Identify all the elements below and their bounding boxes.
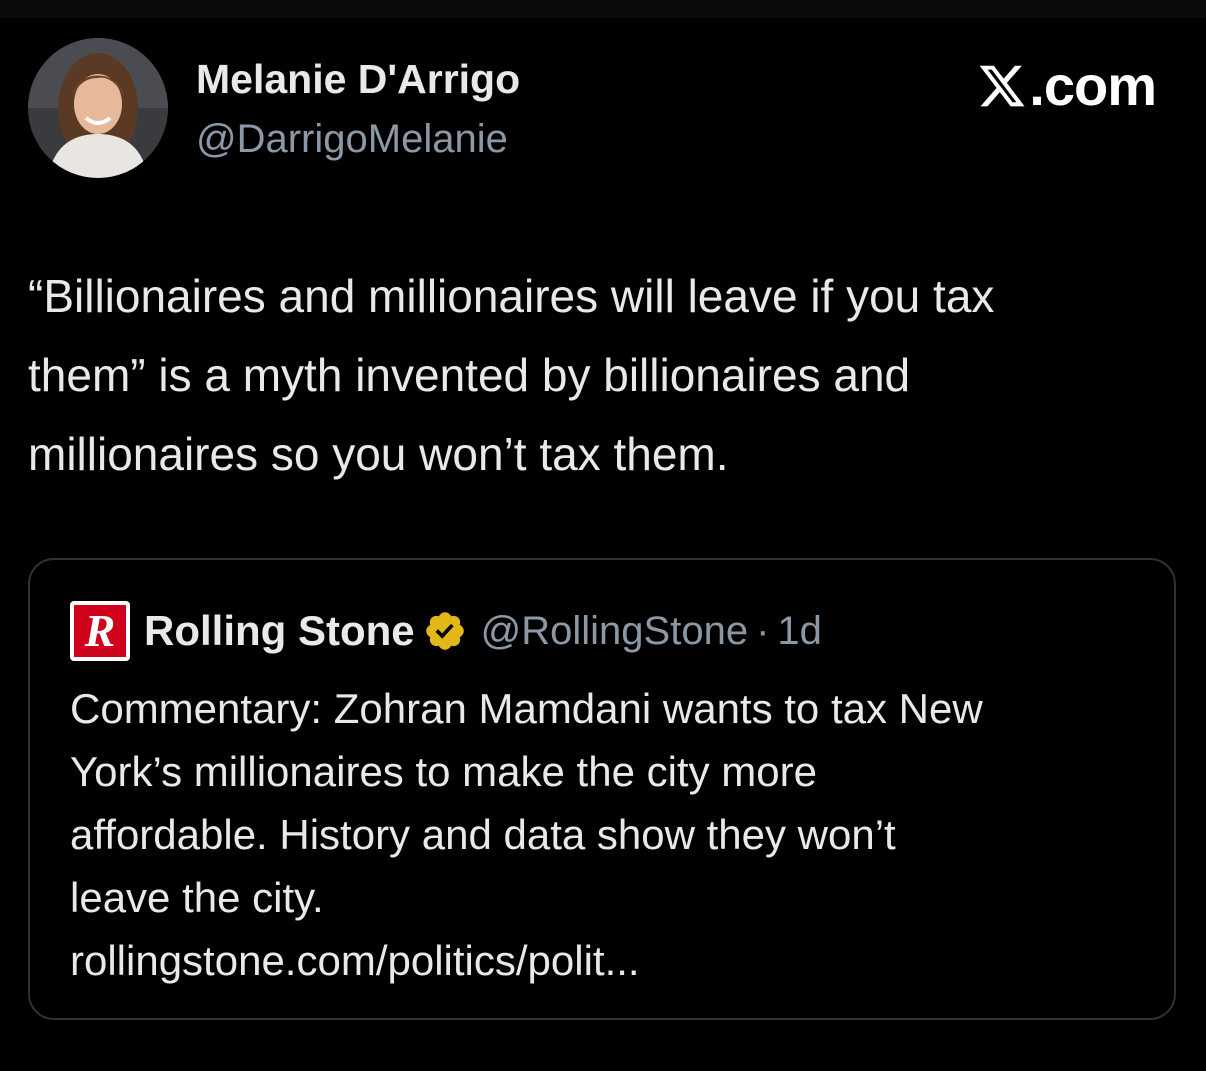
quoted-link[interactable]: rollingstone.com/politics/polit... bbox=[70, 937, 640, 984]
tweet-text: “Billionaires and millionaires will leav… bbox=[28, 257, 1178, 494]
author-display-name[interactable]: Melanie D'Arrigo bbox=[196, 56, 520, 103]
x-com-watermark: .com bbox=[977, 54, 1157, 117]
header-separator: · bbox=[756, 608, 770, 653]
quoted-author-handle[interactable]: @RollingStone bbox=[481, 609, 748, 654]
author-handle[interactable]: @DarrigoMelanie bbox=[196, 117, 508, 162]
quoted-tweet-header: R Rolling Stone @RollingStone · 1d bbox=[70, 600, 822, 662]
quoted-tweet-time[interactable]: 1d bbox=[777, 609, 822, 654]
verified-badge-icon bbox=[425, 612, 464, 650]
rolling-stone-logo-letter: R bbox=[74, 605, 126, 657]
author-avatar[interactable] bbox=[28, 38, 168, 178]
quote-line: York’s millionaires to make the city mor… bbox=[70, 748, 817, 795]
x-logo-icon bbox=[979, 65, 1025, 107]
quote-line: leave the city. bbox=[70, 874, 324, 921]
tweet-line: millionaires so you won’t tax them. bbox=[28, 428, 729, 480]
quoted-tweet-text: Commentary: Zohran Mamdani wants to tax … bbox=[70, 677, 1150, 992]
quoted-author-name[interactable]: Rolling Stone bbox=[144, 607, 415, 655]
tweet-line: “Billionaires and millionaires will leav… bbox=[28, 270, 995, 322]
quoted-tweet-card[interactable]: R Rolling Stone @RollingStone · 1d Comme… bbox=[28, 558, 1176, 1020]
avatar-photo-icon bbox=[28, 38, 168, 178]
rolling-stone-logo-icon[interactable]: R bbox=[70, 601, 130, 661]
brand-domain-label: .com bbox=[1029, 54, 1157, 117]
tweet-line: them” is a myth invented by billionaires… bbox=[28, 349, 911, 401]
quote-line: Commentary: Zohran Mamdani wants to tax … bbox=[70, 685, 983, 732]
quote-line: affordable. History and data show they w… bbox=[70, 811, 896, 858]
top-strip bbox=[0, 0, 1206, 18]
